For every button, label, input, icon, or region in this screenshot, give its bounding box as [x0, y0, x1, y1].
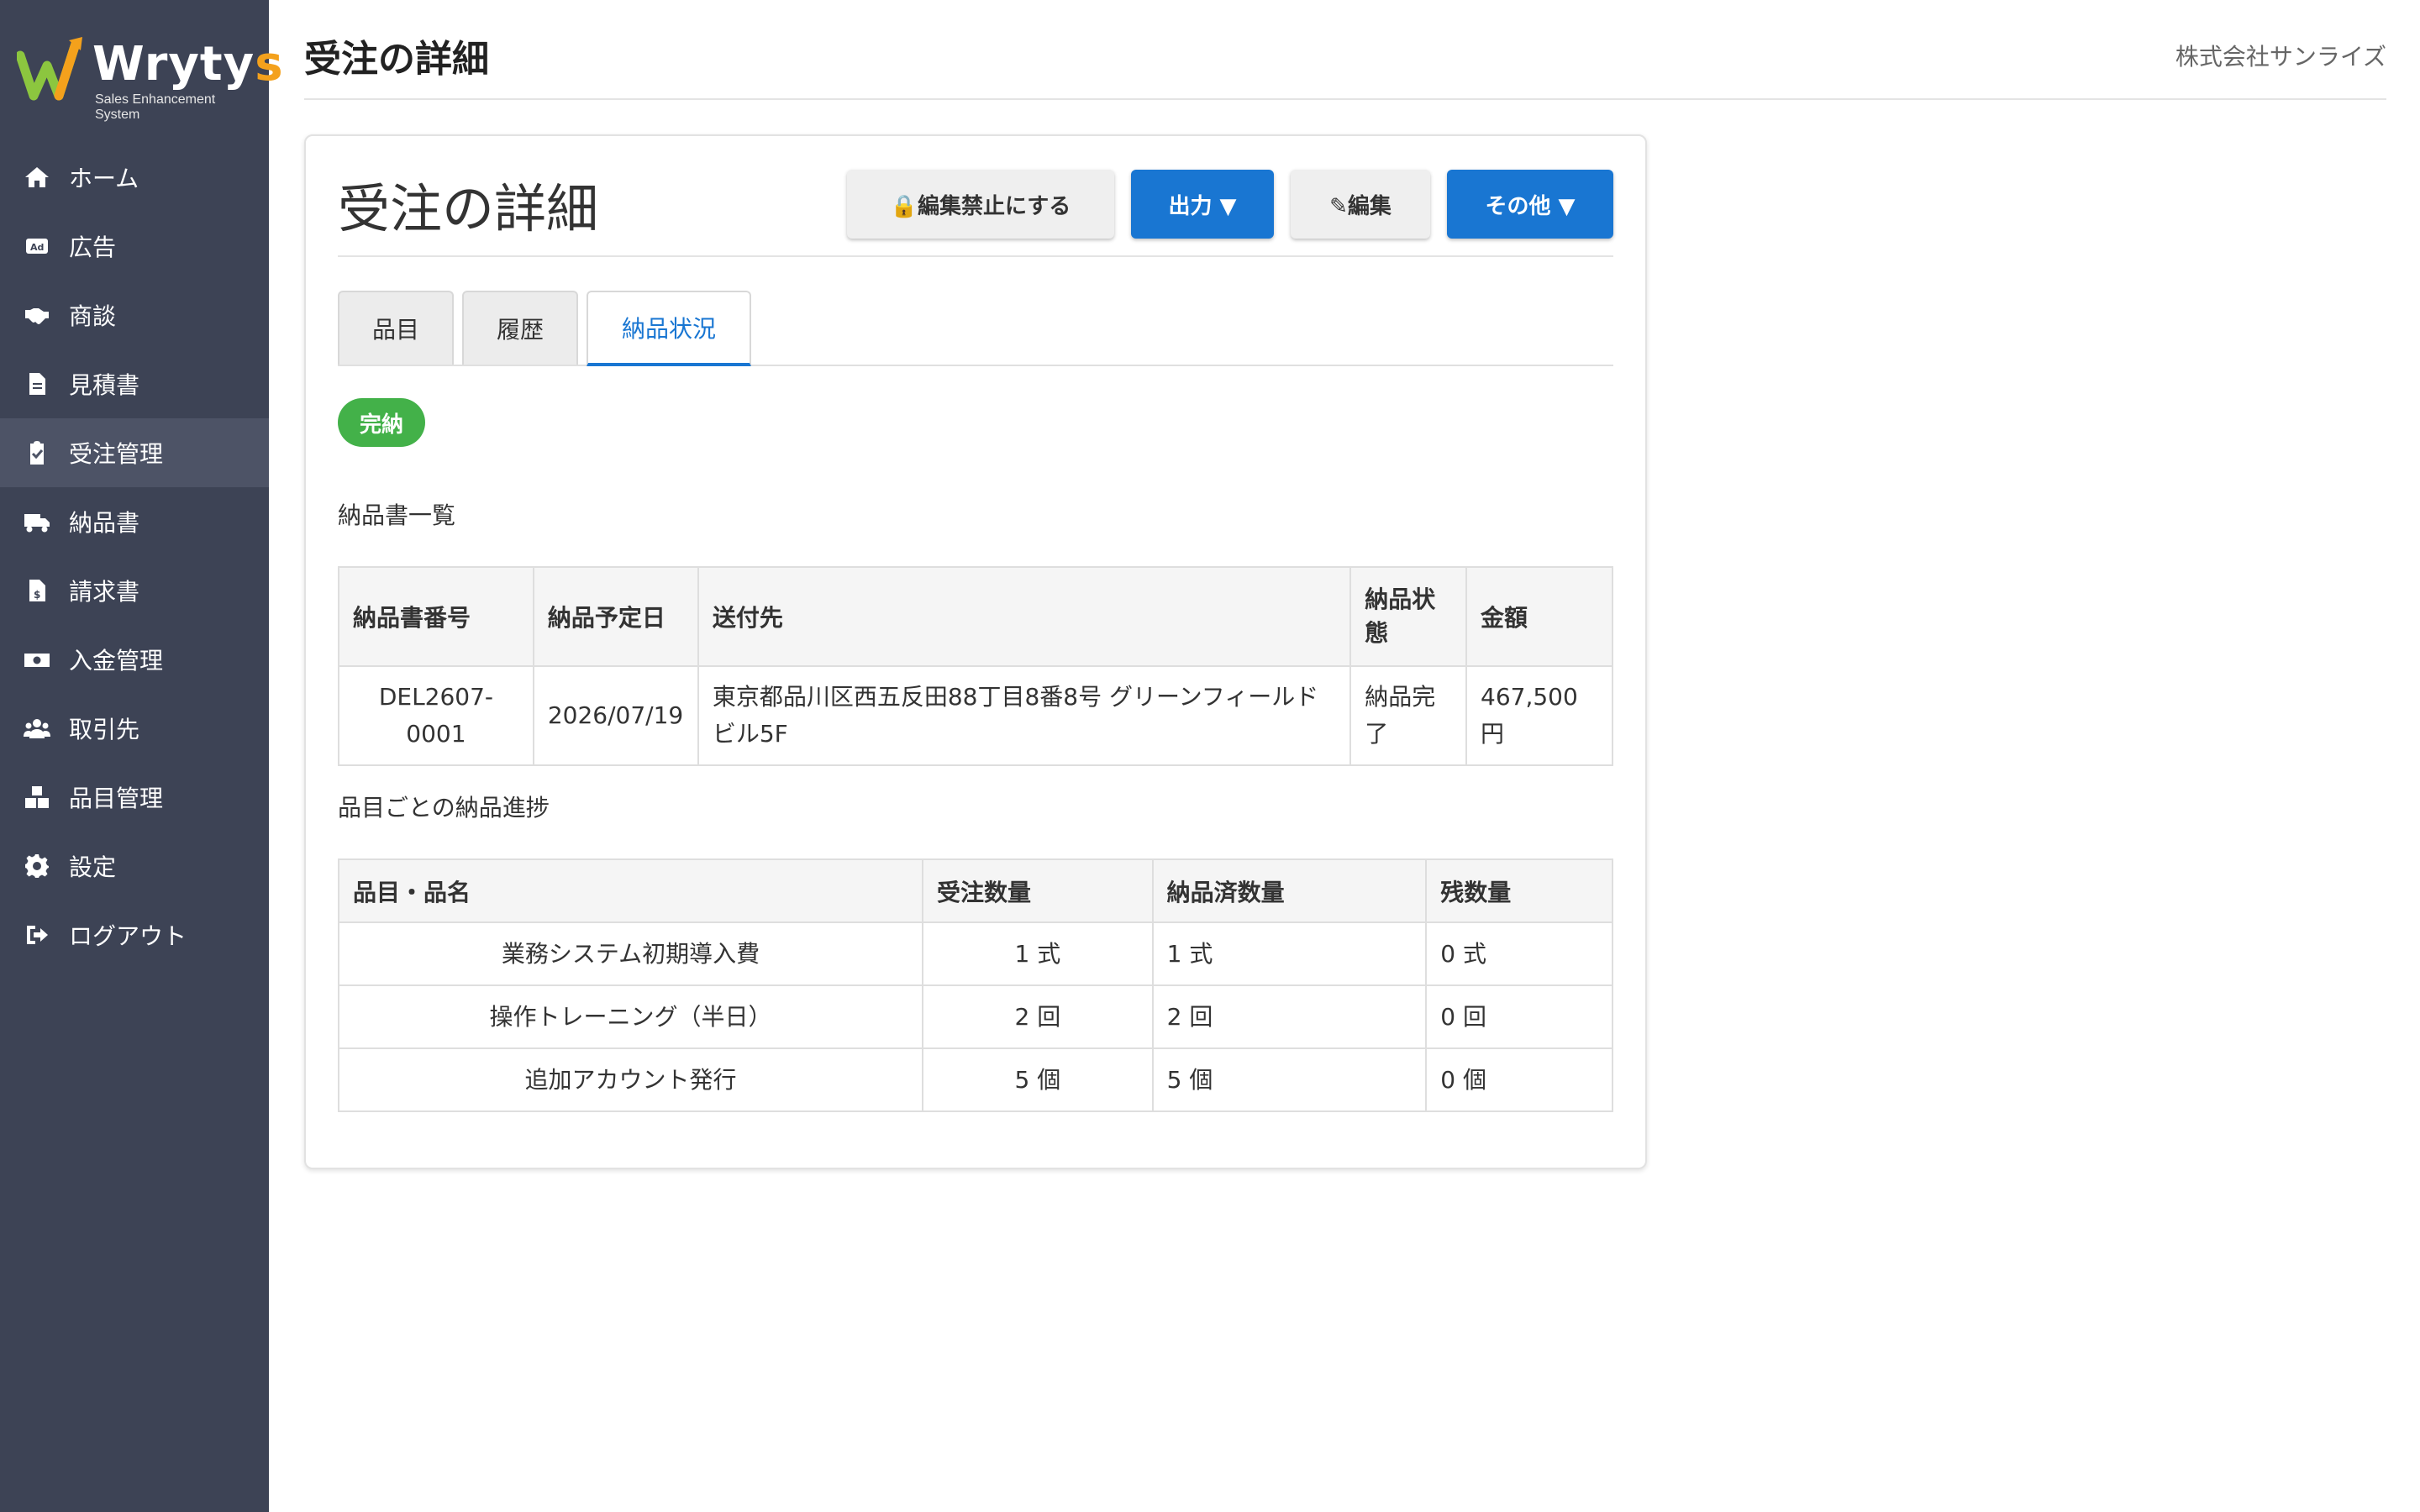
clipboard-check-icon [22, 438, 52, 468]
page-title: 受注の詳細 [304, 38, 489, 81]
amount: 467,500円 [1465, 665, 1613, 766]
ordered-qty: 1 式 [922, 921, 1154, 986]
scheduled-date: 2026/07/19 [532, 665, 699, 766]
tab-items[interactable]: 品目 [338, 291, 454, 365]
company-name: 株式会社サンライズ [2175, 43, 2386, 71]
delivered-qty: 1 式 [1151, 921, 1428, 986]
column-header[interactable]: 残数量 [1425, 858, 1613, 923]
invoice-icon: $ [22, 575, 52, 606]
users-icon [22, 713, 52, 743]
sidebar-nav: ホーム Ad 広告 商談 見積書 受注管理 納品書 $ 請求書 入金管理 取引先… [0, 143, 269, 969]
sidebar-item-label: 品目管理 [69, 785, 164, 812]
order-detail-card: 受注の詳細 🔒編集禁止にする 出力 ▼ ✎編集 その他 ▼ 品目 履歴 納品状況… [304, 134, 1647, 1169]
table-row: 操作トレーニング（半日） 2 回 2 回 0 回 [337, 984, 1613, 1049]
sidebar-item-deals[interactable]: 商談 [0, 281, 269, 349]
column-header[interactable]: 納品書番号 [338, 566, 534, 667]
ad-icon: Ad [22, 231, 52, 261]
home-icon [22, 162, 52, 192]
column-header[interactable]: 品目・品名 [337, 858, 924, 923]
sidebar-item-label: ホーム [69, 165, 139, 192]
progress-heading: 品目ごとの納品進捗 [338, 794, 550, 822]
sidebar-item-label: 請求書 [69, 578, 140, 606]
ordered-qty: 2 回 [922, 984, 1154, 1049]
sidebar-item-orders[interactable]: 受注管理 [0, 418, 269, 487]
gear-icon [22, 851, 52, 881]
sidebar-item-logout[interactable]: ログアウト [0, 900, 269, 969]
detail-tabs: 品目 履歴 納品状況 [338, 291, 1613, 366]
table-row: 業務システム初期導入費 1 式 1 式 0 式 [337, 921, 1613, 986]
ship-to-address: 東京都品川区西五反田88丁目8番8号 グリーンフィールドビル5F [697, 665, 1352, 766]
money-icon [22, 644, 52, 675]
remaining-qty: 0 式 [1425, 921, 1613, 986]
card-title: 受注の詳細 [338, 178, 599, 239]
delivered-qty: 2 回 [1151, 984, 1428, 1049]
column-header[interactable]: 納品済数量 [1151, 858, 1428, 923]
delivery-number-link[interactable]: DEL2607-0001 [338, 665, 534, 766]
item-name: 業務システム初期導入費 [337, 921, 924, 986]
svg-text:$: $ [34, 589, 40, 601]
sidebar-item-label: 商談 [69, 302, 117, 330]
brand-logo[interactable]: Wrytys Sales Enhancement System [17, 32, 283, 122]
sidebar-item-label: 広告 [69, 234, 117, 261]
export-dropdown-button[interactable]: 出力 ▼ [1131, 170, 1274, 239]
sidebar-item-home[interactable]: ホーム [0, 143, 269, 212]
svg-text:Ad: Ad [30, 242, 44, 253]
table-row: 追加アカウント発行 5 個 5 個 0 個 [337, 1047, 1613, 1112]
column-header[interactable]: 納品状態 [1349, 566, 1467, 667]
brand-name: Wrytys [92, 37, 284, 92]
edit-button[interactable]: ✎編集 [1291, 170, 1430, 239]
sidebar-item-ads[interactable]: Ad 広告 [0, 212, 269, 281]
lock-edit-button[interactable]: 🔒編集禁止にする [847, 170, 1114, 239]
more-dropdown-button[interactable]: その他 ▼ [1447, 170, 1613, 239]
boxes-icon [22, 782, 52, 812]
item-name: 操作トレーニング（半日） [337, 984, 924, 1049]
remaining-qty: 0 回 [1425, 984, 1613, 1049]
delivery-list-heading: 納品書一覧 [338, 501, 456, 529]
handshake-icon [22, 300, 52, 330]
table-header-row: 品目・品名 受注数量 納品済数量 残数量 [337, 858, 1613, 923]
brand-tagline: Sales Enhancement System [95, 92, 216, 122]
sidebar-item-label: 設定 [69, 853, 117, 881]
table-row[interactable]: DEL2607-0001 2026/07/19 東京都品川区西五反田88丁目8番… [338, 665, 1613, 766]
sidebar-item-settings[interactable]: 設定 [0, 832, 269, 900]
delivery-state: 納品完了 [1349, 665, 1467, 766]
sidebar-item-label: 入金管理 [69, 647, 164, 675]
logo-w-icon [17, 37, 82, 101]
tab-history[interactable]: 履歴 [462, 291, 578, 365]
document-icon [22, 369, 52, 399]
sidebar-item-payments[interactable]: 入金管理 [0, 625, 269, 694]
tab-delivery-status[interactable]: 納品状況 [587, 291, 751, 366]
column-header[interactable]: 送付先 [697, 566, 1352, 667]
column-header[interactable]: 納品予定日 [532, 566, 699, 667]
sidebar-item-label: 見積書 [69, 371, 140, 399]
status-badge: 完納 [338, 398, 425, 447]
column-header[interactable]: 金額 [1465, 566, 1613, 667]
table-header-row: 納品書番号 納品予定日 送付先 納品状態 金額 [338, 566, 1613, 667]
sidebar-item-label: 納品書 [69, 509, 140, 537]
sidebar-item-label: 取引先 [69, 716, 140, 743]
remaining-qty: 0 個 [1425, 1047, 1613, 1112]
sidebar-item-invoices[interactable]: $ 請求書 [0, 556, 269, 625]
sidebar: Wrytys Sales Enhancement System ホーム Ad 広… [0, 0, 283, 1512]
sidebar-item-label: 受注管理 [69, 440, 164, 468]
column-header[interactable]: 受注数量 [922, 858, 1154, 923]
item-progress-table: 品目・品名 受注数量 納品済数量 残数量 業務システム初期導入費 1 式 1 式… [337, 858, 1613, 1112]
sidebar-item-quotes[interactable]: 見積書 [0, 349, 269, 418]
sidebar-item-label: ログアウト [69, 922, 187, 950]
header-divider [304, 98, 2386, 100]
truck-icon [22, 507, 52, 537]
sidebar-item-delivery[interactable]: 納品書 [0, 487, 269, 556]
delivered-qty: 5 個 [1151, 1047, 1428, 1112]
sidebar-item-clients[interactable]: 取引先 [0, 694, 269, 763]
delivery-notes-table: 納品書番号 納品予定日 送付先 納品状態 金額 DEL2607-0001 202… [338, 566, 1613, 766]
sidebar-item-products[interactable]: 品目管理 [0, 763, 269, 832]
card-title-divider [338, 255, 1613, 257]
ordered-qty: 5 個 [922, 1047, 1154, 1112]
item-name: 追加アカウント発行 [337, 1047, 924, 1112]
logout-icon [22, 920, 52, 950]
